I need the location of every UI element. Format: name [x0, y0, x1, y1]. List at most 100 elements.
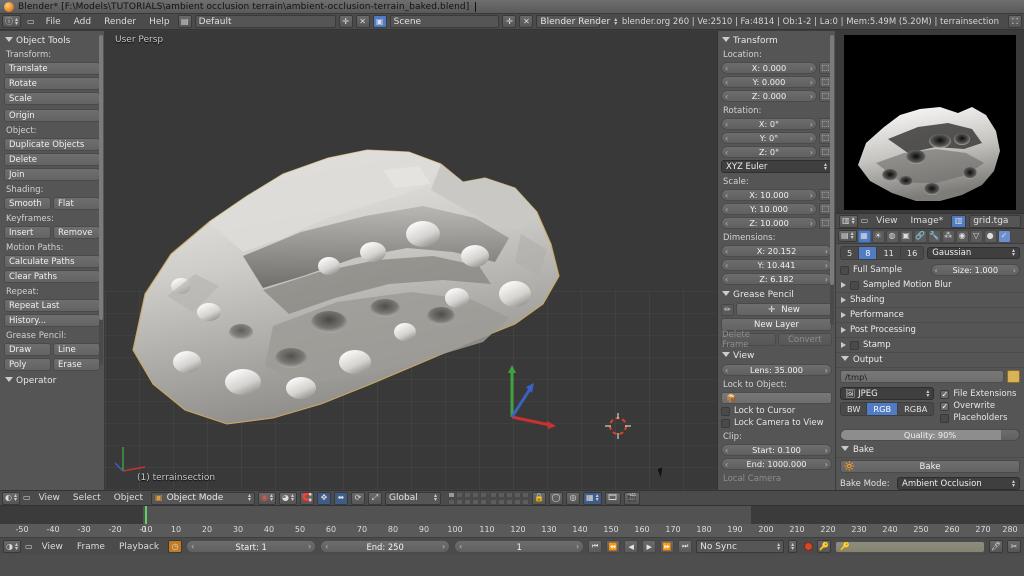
location-y-field[interactable]: Y: 0.000 [721, 76, 817, 88]
delete-screen-layout-button[interactable]: ✕ [356, 15, 370, 28]
checkbox-icon[interactable] [850, 341, 859, 350]
collapse-menu-icon[interactable]: ▭ [861, 217, 869, 225]
gp-new-button[interactable]: ✛ New [736, 303, 832, 316]
gp-draw-button[interactable]: Draw [4, 343, 51, 356]
lens-field[interactable]: Lens: 35.000 [721, 364, 832, 376]
scene-icon[interactable]: ▣ [373, 15, 387, 28]
add-scene-button[interactable]: ✛ [502, 15, 516, 28]
end-frame-field[interactable]: End: 250 [320, 540, 450, 553]
layer-cell[interactable] [464, 492, 471, 498]
manipulator-toggle-icon[interactable]: ✥ [317, 492, 331, 505]
vp-menu-select[interactable]: Select [68, 492, 106, 505]
auto-keyframe-record-icon[interactable] [804, 542, 813, 551]
layer-cell[interactable] [506, 499, 513, 505]
location-x-field[interactable]: X: 0.000 [721, 62, 817, 74]
join-button[interactable]: Join [4, 168, 100, 181]
gp-erase-button[interactable]: Erase [53, 358, 100, 371]
scene-layers-group-1[interactable] [448, 492, 529, 505]
tab-material[interactable]: ● [984, 230, 997, 243]
delete-button[interactable]: Delete [4, 153, 100, 166]
repeat-last-button[interactable]: Repeat Last [4, 299, 100, 312]
grease-pencil-panel-header[interactable]: Grease Pencil [722, 290, 832, 300]
menu-add[interactable]: Add [69, 15, 96, 28]
section-bake[interactable]: Bake [836, 443, 1024, 458]
rotation-z-field[interactable]: Z: 0° [721, 146, 817, 158]
scale-z-field[interactable]: Z: 10.000 [721, 217, 817, 229]
layer-cell[interactable] [514, 499, 521, 505]
aa-sample-11[interactable]: 11 [877, 247, 900, 259]
image-menu-image[interactable]: Image* [906, 215, 949, 228]
collapse-menu-icon[interactable]: ▭ [24, 18, 38, 26]
layer-cell[interactable] [498, 492, 505, 498]
operator-panel-header[interactable]: Operator [5, 376, 100, 386]
layer-block[interactable] [490, 492, 529, 505]
insert-keyframe-icon[interactable]: 🖊 [989, 540, 1003, 553]
filter-size-field[interactable]: Size: 1.000 [931, 264, 1021, 276]
delete-scene-button[interactable]: ✕ [519, 15, 533, 28]
full-sample-checkbox[interactable]: Full Sample [840, 265, 928, 275]
section-output[interactable]: Output [836, 353, 1024, 368]
timeline-editor-type-selector[interactable]: ◑ ▴▾ [3, 540, 21, 553]
3d-viewport[interactable]: User Persp (1) terrainsection [105, 31, 717, 490]
lock-to-object-field[interactable]: 📦 [721, 392, 832, 404]
scale-button[interactable]: Scale [4, 92, 100, 105]
scale-x-field[interactable]: X: 10.000 [721, 189, 817, 201]
section-performance[interactable]: Performance [836, 308, 1024, 323]
layer-cell[interactable] [522, 499, 529, 505]
current-frame-field[interactable]: 1 [454, 540, 584, 553]
checkbox-icon[interactable] [850, 281, 859, 290]
translate-button[interactable]: Translate [4, 62, 100, 75]
tab-particles[interactable]: ⁂ [942, 230, 955, 243]
tl-menu-playback[interactable]: Playback [114, 540, 164, 553]
tab-object-data[interactable]: ▽ [970, 230, 983, 243]
aa-samples-selector[interactable]: 5 8 11 16 [840, 246, 924, 260]
tab-world[interactable]: ◍ [886, 230, 899, 243]
rotation-y-field[interactable]: Y: 0° [721, 132, 817, 144]
layer-cell[interactable] [472, 492, 479, 498]
screen-layout-icon[interactable]: ▤ [178, 15, 192, 28]
aa-sample-16[interactable]: 16 [901, 247, 923, 259]
gp-delete-frame-button[interactable]: Delete Frame [721, 333, 776, 346]
interaction-mode-dropdown[interactable]: ▣ Object Mode ▴▾ [151, 492, 255, 505]
layer-cell[interactable] [506, 492, 513, 498]
image-name-field[interactable]: grid.tga [969, 215, 1021, 228]
placeholders-checkbox[interactable]: Placeholders [940, 413, 1020, 423]
rotate-button[interactable]: Rotate [4, 77, 100, 90]
clip-start-field[interactable]: Start: 0.100 [721, 444, 832, 456]
dimension-x-field[interactable]: X: 20.152 [721, 245, 832, 257]
flat-button[interactable]: Flat [53, 197, 100, 210]
jump-to-end-icon[interactable]: ⏭ [678, 540, 692, 553]
insert-keyframe-button[interactable]: Insert [4, 226, 51, 239]
tab-modifiers[interactable]: 🔧 [928, 230, 941, 243]
image-menu-view[interactable]: View [871, 215, 902, 228]
section-sampled-motion-blur[interactable]: Sampled Motion Blur [836, 278, 1024, 293]
delete-keyframe-icon[interactable]: ✂ [1007, 540, 1021, 553]
origin-button[interactable]: Origin [4, 109, 100, 122]
properties-editor-type-selector[interactable]: ▤ ▴▾ [838, 230, 857, 242]
tab-render[interactable]: ▦ [858, 230, 871, 243]
section-stamp[interactable]: Stamp [836, 338, 1024, 353]
play-icon[interactable]: ▶ [642, 540, 656, 553]
timeline-playhead[interactable] [145, 506, 147, 524]
image-editor-type-selector[interactable]: ▥ ▴▾ [839, 215, 858, 228]
render-result-canvas[interactable] [844, 35, 1016, 210]
gp-convert-button[interactable]: Convert [778, 333, 833, 346]
viewport-shading-dropdown[interactable]: ◉ ▴▾ [258, 492, 276, 505]
layer-cell[interactable] [490, 492, 497, 498]
snap-magnet-icon[interactable]: 🧲 [300, 492, 314, 505]
file-extensions-checkbox[interactable]: ✓ File Extensions [940, 389, 1020, 399]
color-mode-bw[interactable]: BW [841, 403, 867, 415]
tab-object[interactable]: ▣ [900, 230, 913, 243]
collapse-menu-icon[interactable]: ▭ [23, 494, 31, 502]
remove-keyframe-button[interactable]: Remove [53, 226, 100, 239]
render-opengl-anim-icon[interactable]: 🎬 [624, 492, 640, 505]
layer-cell[interactable] [480, 492, 487, 498]
tab-constraints[interactable]: 🔗 [914, 230, 927, 243]
pivot-point-dropdown[interactable]: ◕ ▴▾ [279, 492, 297, 505]
clear-paths-button[interactable]: Clear Paths [4, 270, 100, 283]
sync-extra-dropdown[interactable]: ▴▾ [788, 540, 797, 553]
bake-button[interactable]: 🔆 Bake [840, 460, 1020, 473]
color-mode-selector[interactable]: BW RGB RGBA [840, 402, 934, 416]
layer-cell[interactable] [448, 492, 455, 498]
duplicate-objects-button[interactable]: Duplicate Objects [4, 138, 100, 151]
